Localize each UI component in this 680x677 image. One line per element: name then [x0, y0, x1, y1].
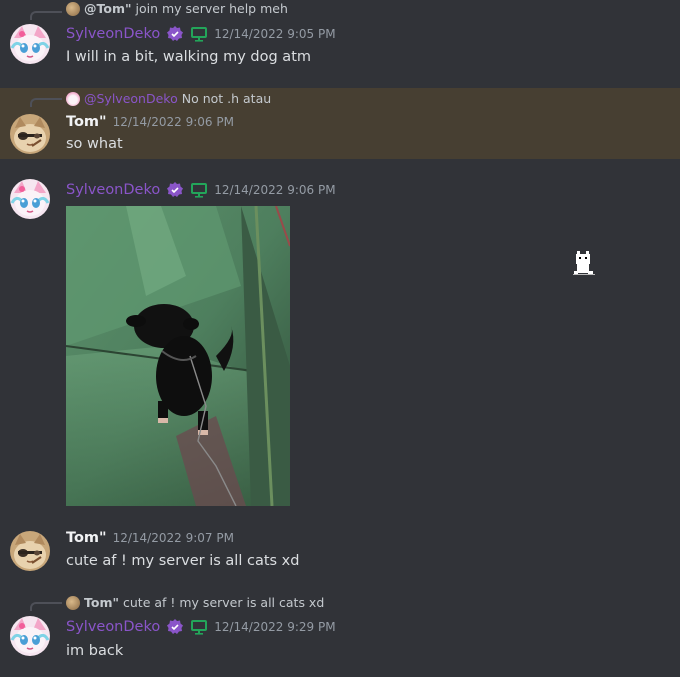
timestamp: 12/14/2022 9:05 PM	[214, 27, 336, 41]
reply-author[interactable]: @Tom"	[84, 1, 132, 16]
sylveon-avatar[interactable]	[10, 616, 50, 656]
timestamp: 12/14/2022 9:07 PM	[112, 531, 234, 545]
sylveon-avatar[interactable]	[10, 179, 50, 219]
author-name[interactable]: Tom"	[66, 114, 107, 130]
timestamp: 12/14/2022 9:06 PM	[214, 183, 336, 197]
tom-mini-avatar	[66, 1, 80, 16]
monitor-icon	[190, 618, 208, 636]
tom-avatar[interactable]	[10, 114, 50, 154]
timestamp: 12/14/2022 9:29 PM	[214, 620, 336, 634]
reply-preview[interactable]: Tom" cute af ! my server is all cats xd	[66, 595, 324, 610]
reply-text: cute af ! my server is all cats xd	[123, 595, 325, 610]
message-header: Tom" 12/14/2022 9:07 PM	[66, 530, 234, 546]
sylveon-mini-avatar	[66, 91, 80, 106]
reply-connector	[30, 11, 62, 20]
verified-badge-icon	[166, 25, 184, 43]
reply-text: No not .h atau	[181, 91, 272, 106]
message-text: cute af ! my server is all cats xd	[66, 553, 300, 569]
sylveon-avatar[interactable]	[10, 24, 50, 64]
message-group: Tom" cute af ! my server is all cats xd …	[0, 593, 680, 677]
message-group-mention: @SylveonDeko No not .h atau Tom" 12/14/2…	[0, 88, 680, 159]
timestamp: 12/14/2022 9:06 PM	[112, 115, 234, 129]
verified-badge-icon	[166, 181, 184, 199]
author-name[interactable]: SylveonDeko	[66, 26, 160, 42]
reply-preview[interactable]: @SylveonDeko No not .h atau	[66, 91, 271, 106]
tom-mini-avatar	[66, 595, 80, 610]
reply-connector	[30, 602, 62, 611]
verified-badge-icon	[166, 618, 184, 636]
message-group: @Tom" join my server help meh SylveonDek…	[0, 0, 680, 86]
chat-messages: @Tom" join my server help meh SylveonDek…	[0, 0, 680, 677]
author-name[interactable]: SylveonDeko	[66, 182, 160, 198]
message-header: Tom" 12/14/2022 9:06 PM	[66, 114, 234, 130]
reply-author[interactable]: @SylveonDeko	[84, 91, 178, 106]
author-name[interactable]: SylveonDeko	[66, 619, 160, 635]
reply-text: join my server help meh	[135, 1, 288, 16]
monitor-icon	[190, 25, 208, 43]
message-header: SylveonDeko 12/14/2022 9:06 PM	[66, 181, 336, 199]
message-header: SylveonDeko 12/14/2022 9:05 PM	[66, 25, 336, 43]
message-text: I will in a bit, walking my dog atm	[66, 49, 311, 65]
cat-sprite-icon	[571, 249, 597, 277]
author-name[interactable]: Tom"	[66, 530, 107, 546]
reply-connector	[30, 98, 62, 107]
reply-author[interactable]: Tom"	[84, 595, 119, 610]
message-group: Tom" 12/14/2022 9:07 PM cute af ! my ser…	[0, 524, 680, 586]
message-header: SylveonDeko 12/14/2022 9:29 PM	[66, 618, 336, 636]
message-text: so what	[66, 136, 123, 152]
tom-avatar[interactable]	[10, 531, 50, 571]
message-text: im back	[66, 643, 124, 659]
monitor-icon	[190, 181, 208, 199]
dog-photo-attachment[interactable]	[66, 206, 290, 506]
reply-preview[interactable]: @Tom" join my server help meh	[66, 1, 288, 16]
